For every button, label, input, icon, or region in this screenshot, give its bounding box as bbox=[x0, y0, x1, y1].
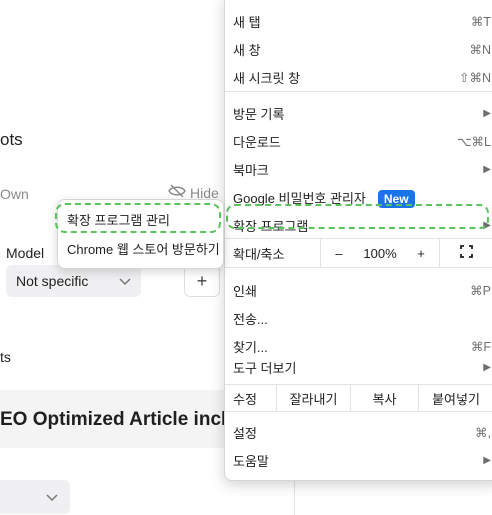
new-tab-shortcut: ⌘T bbox=[470, 14, 491, 29]
chevron-down-icon bbox=[119, 273, 131, 289]
menu-item-new-window[interactable]: 새 창 ⌘N bbox=[225, 36, 492, 62]
cut-button[interactable]: 잘라내기 bbox=[277, 385, 351, 411]
find-label: 찾기... bbox=[233, 339, 268, 355]
model-select[interactable]: Not specific bbox=[6, 265, 141, 297]
menu-item-help[interactable]: 도움말 ▶ bbox=[225, 447, 492, 473]
chevron-right-icon: ▶ bbox=[483, 107, 491, 119]
menu-item-bookmarks[interactable]: 북마크 ▶ bbox=[225, 156, 492, 182]
submenu-item-manage-extensions[interactable]: 확장 프로그램 관리 bbox=[58, 206, 223, 232]
menu-item-print[interactable]: 인쇄 ⌘P bbox=[225, 277, 492, 303]
new-incognito-label: 새 시크릿 창 bbox=[233, 70, 301, 86]
bookmarks-label: 북마크 bbox=[233, 162, 269, 178]
menu-item-more-tools[interactable]: 도구 더보기 ▶ bbox=[225, 354, 492, 380]
extensions-highlight-outline bbox=[226, 204, 489, 229]
edit-row: 수정 잘라내기 복사 붙여넣기 bbox=[225, 384, 492, 412]
cast-label: 전송... bbox=[233, 311, 268, 327]
new-window-shortcut: ⌘N bbox=[469, 42, 491, 57]
model-select-value: Not specific bbox=[16, 273, 89, 289]
add-button[interactable]: + bbox=[184, 265, 220, 297]
chevron-right-icon: ▶ bbox=[483, 163, 491, 175]
print-label: 인쇄 bbox=[233, 283, 257, 299]
history-label: 방문 기록 bbox=[233, 106, 285, 122]
own-tab[interactable]: Own bbox=[0, 186, 29, 202]
fullscreen-icon bbox=[460, 245, 473, 261]
menu-item-settings[interactable]: 설정 ⌘, bbox=[225, 419, 492, 445]
paste-button[interactable]: 붙여넣기 bbox=[419, 385, 492, 411]
downloads-shortcut: ⌥⌘L bbox=[457, 134, 491, 149]
menu-item-new-incognito[interactable]: 새 시크릿 창 ⇧⌘N bbox=[225, 64, 492, 90]
settings-label: 설정 bbox=[233, 425, 257, 441]
fullscreen-button[interactable] bbox=[439, 239, 492, 267]
copy-button[interactable]: 복사 bbox=[351, 385, 419, 411]
zoom-row: 확대/축소 – 100% + bbox=[225, 238, 492, 268]
zoom-in-button[interactable]: + bbox=[403, 239, 439, 267]
menu-item-downloads[interactable]: 다운로드 ⌥⌘L bbox=[225, 128, 492, 154]
chevron-right-icon: ▶ bbox=[483, 361, 491, 373]
more-tools-label: 도구 더보기 bbox=[233, 360, 297, 376]
find-shortcut: ⌘F bbox=[470, 339, 491, 354]
chrome-main-menu: 새 탭 ⌘T 새 창 ⌘N 새 시크릿 창 ⇧⌘N 방문 기록 ▶ 다운로드 ⌥… bbox=[224, 0, 492, 481]
zoom-label: 확대/축소 bbox=[225, 239, 321, 267]
dropdown[interactable] bbox=[0, 480, 70, 514]
section-label: ts bbox=[0, 349, 11, 365]
extensions-submenu: 확장 프로그램 관리 Chrome 웹 스토어 방문하기 bbox=[55, 199, 224, 269]
menu-item-new-tab[interactable]: 새 탭 ⌘T bbox=[225, 8, 492, 34]
menu-item-history[interactable]: 방문 기록 ▶ bbox=[225, 100, 492, 126]
edit-label: 수정 bbox=[225, 385, 277, 411]
model-label: Model bbox=[6, 245, 45, 261]
menu-separator bbox=[225, 91, 492, 92]
chevron-down-icon bbox=[46, 490, 58, 505]
new-incognito-shortcut: ⇧⌘N bbox=[458, 70, 491, 85]
zoom-out-button[interactable]: – bbox=[321, 239, 357, 267]
new-window-label: 새 창 bbox=[233, 42, 261, 58]
section-heading: ots bbox=[0, 130, 23, 149]
print-shortcut: ⌘P bbox=[470, 283, 491, 298]
help-label: 도움말 bbox=[233, 453, 269, 469]
article-title: EO Optimized Article inclu bbox=[0, 409, 238, 430]
zoom-value: 100% bbox=[363, 245, 397, 261]
menu-item-cast[interactable]: 전송... bbox=[225, 305, 492, 331]
new-tab-label: 새 탭 bbox=[233, 14, 261, 30]
submenu-item-visit-store[interactable]: Chrome 웹 스토어 방문하기 bbox=[58, 235, 223, 261]
chevron-right-icon: ▶ bbox=[483, 454, 491, 466]
downloads-label: 다운로드 bbox=[233, 134, 281, 150]
settings-shortcut: ⌘, bbox=[475, 425, 491, 440]
